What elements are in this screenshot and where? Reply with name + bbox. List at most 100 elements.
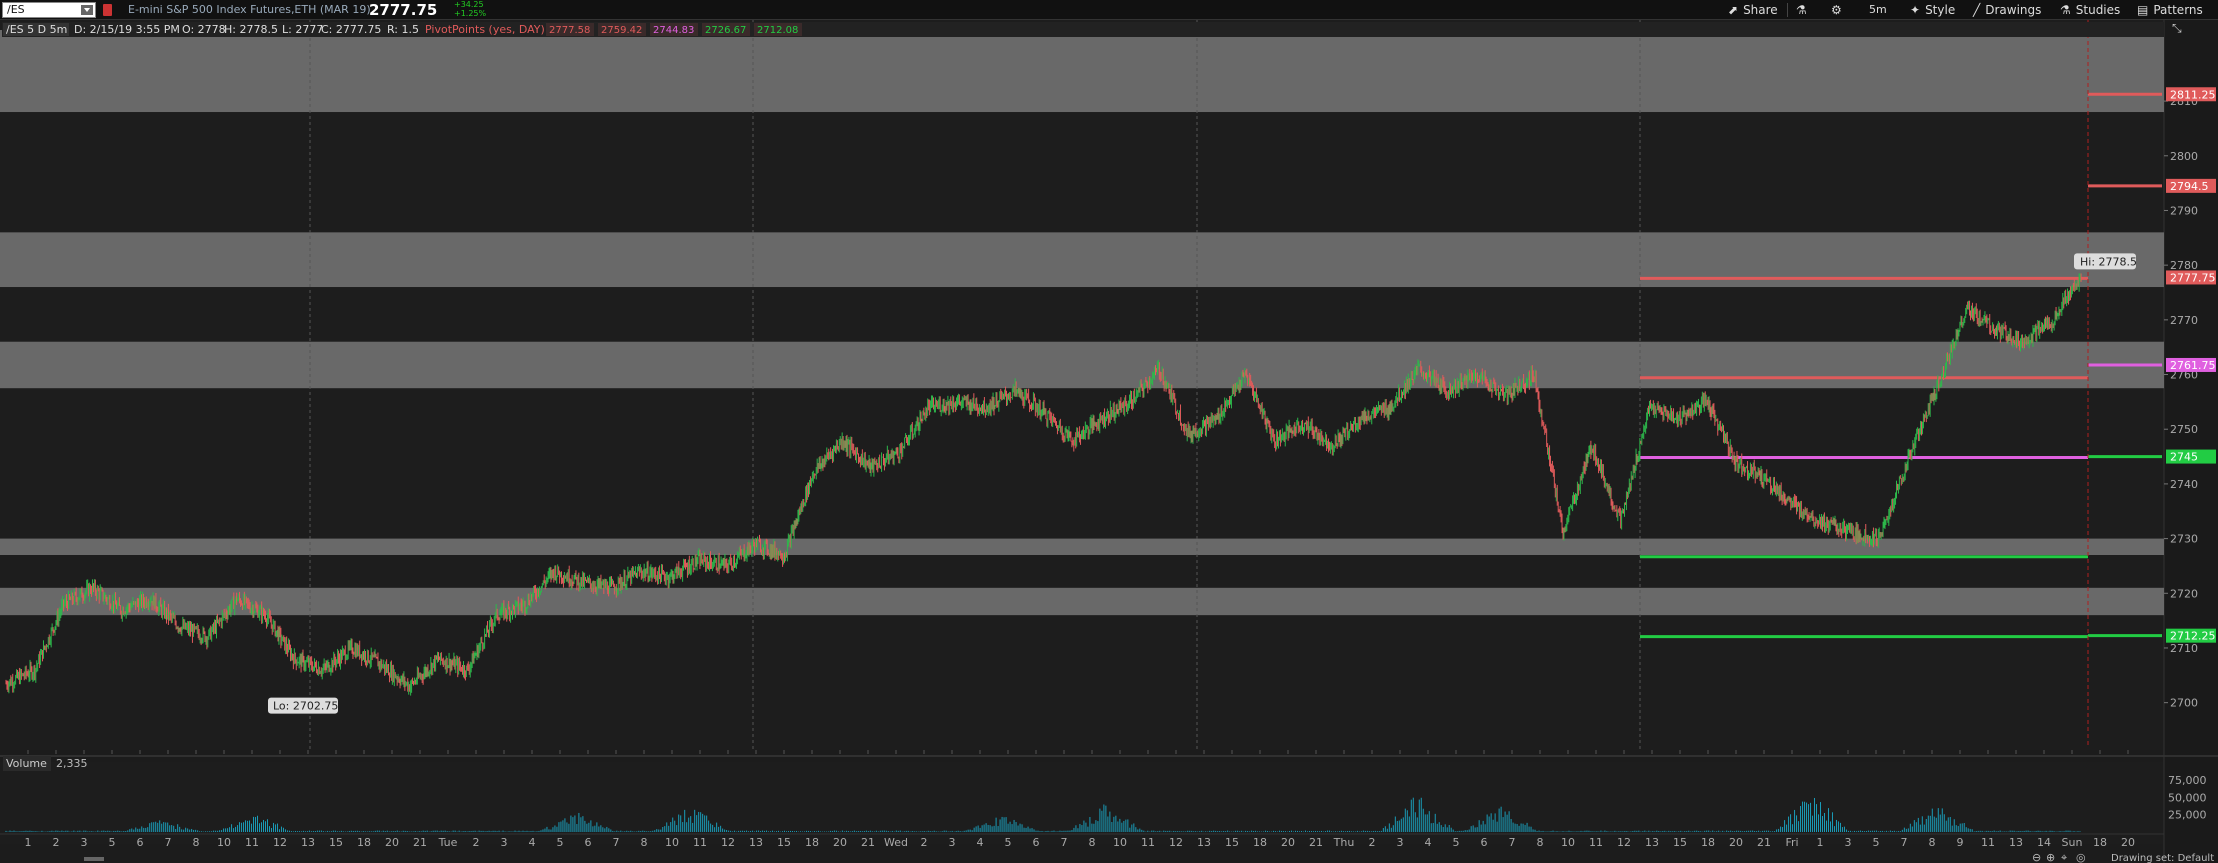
time-tick-label: 11 xyxy=(693,836,707,849)
time-tick-label: 12 xyxy=(1169,836,1183,849)
ohlc-open: O: 2778 xyxy=(182,23,226,36)
time-tick-label: 21 xyxy=(413,836,427,849)
time-tick-label: 7 xyxy=(165,836,172,849)
time-tick-label: 7 xyxy=(1509,836,1516,849)
instrument-title: E-mini S&P 500 Index Futures,ETH (MAR 19… xyxy=(128,3,371,16)
scroll-thumb[interactable] xyxy=(84,857,104,861)
share-button[interactable]: ⬈ Share xyxy=(1728,0,1778,20)
price-axis[interactable] xyxy=(2164,20,2218,863)
time-tick-label: 12 xyxy=(273,836,287,849)
time-tick-label: 2 xyxy=(1369,836,1376,849)
study-value: 2712.08 xyxy=(757,25,798,36)
volume-tick-label: 75,000 xyxy=(2168,774,2207,787)
style-icon: ✦ xyxy=(1910,3,1921,17)
drawings-label: Drawings xyxy=(1985,3,2042,17)
crosshair-icon[interactable]: ⌖ xyxy=(2061,851,2067,863)
studies-label: Studies xyxy=(2075,3,2121,17)
timeframe-button[interactable]: 5m xyxy=(1869,0,1887,20)
next-level-label: 2794.5 xyxy=(2170,180,2209,193)
time-tick-label: 20 xyxy=(2121,836,2135,849)
patterns-icon: ▤ xyxy=(2137,3,2149,17)
price-tick-label: 2710 xyxy=(2170,642,2198,655)
time-tick-label: 14 xyxy=(2037,836,2051,849)
time-tick-label: 7 xyxy=(1061,836,1068,849)
volume-value: 2,335 xyxy=(56,757,88,770)
symbol-selector[interactable]: /ES xyxy=(2,2,96,18)
timeframe-label: 5m xyxy=(1869,3,1887,16)
time-tick-label: 5 xyxy=(557,836,564,849)
time-tick-label: 1 xyxy=(25,836,32,849)
symbol-text: /ES xyxy=(7,3,25,16)
chevron-down-icon[interactable] xyxy=(81,5,93,15)
time-tick-label: 13 xyxy=(301,836,315,849)
time-tick-label: 2 xyxy=(53,836,60,849)
time-tick-label: 20 xyxy=(833,836,847,849)
time-tick-label: 8 xyxy=(1929,836,1936,849)
patterns-label: Patterns xyxy=(2153,3,2203,17)
time-tick-label: 10 xyxy=(1561,836,1575,849)
time-tick-label: 6 xyxy=(1481,836,1488,849)
time-tick-label: 13 xyxy=(1197,836,1211,849)
last-price-tag: 2777.75 xyxy=(2166,270,2216,285)
time-tick-label: 4 xyxy=(1425,836,1432,849)
time-tick-label: 1 xyxy=(1817,836,1824,849)
flask-icon: ⚗ xyxy=(2060,3,2071,17)
volume-tick-label: 25,000 xyxy=(2168,809,2207,822)
style-label: Style xyxy=(1925,3,1956,17)
time-tick-label: 5 xyxy=(1873,836,1880,849)
drawings-button[interactable]: ╱ Drawings xyxy=(1973,0,2041,20)
time-tick-label: 21 xyxy=(861,836,875,849)
pencil-icon: ╱ xyxy=(1973,3,1981,17)
flag-icon[interactable] xyxy=(103,4,112,16)
net-change-points: +34.25 xyxy=(454,0,484,9)
ohlc-close: C: 2777.75 xyxy=(321,23,381,36)
zoom-in-icon[interactable]: ⊕ xyxy=(2046,851,2055,863)
studies-button[interactable]: ⚗ Studies xyxy=(2060,0,2120,20)
flask-button[interactable]: ⚗ xyxy=(1796,0,1812,20)
time-tick-label: 8 xyxy=(641,836,648,849)
time-tick-label: 7 xyxy=(613,836,620,849)
study-name[interactable]: PivotPoints (yes, DAY) xyxy=(425,23,545,36)
support-resistance-zone xyxy=(0,538,2164,555)
patterns-button[interactable]: ▤ Patterns xyxy=(2137,0,2203,20)
price-tick-label: 2740 xyxy=(2170,478,2198,491)
chart-label: /ES 5 D 5m xyxy=(6,23,67,36)
support-resistance-zone xyxy=(0,587,2164,616)
volume-header: Volume 2,335 xyxy=(3,756,88,771)
time-tick-label: 13 xyxy=(2009,836,2023,849)
study-values: 2777.58 2759.42 2744.83 2726.67 2712.08 xyxy=(546,23,802,36)
time-tick-label: 5 xyxy=(109,836,116,849)
price-tick-label: 2800 xyxy=(2170,150,2198,163)
time-tick-label: 13 xyxy=(749,836,763,849)
time-tick-label: 6 xyxy=(585,836,592,849)
last-price: 2777.75 xyxy=(369,1,438,19)
time-tick-label: 18 xyxy=(357,836,371,849)
time-tick-label: Wed xyxy=(884,836,908,849)
time-tick-label: 5 xyxy=(1005,836,1012,849)
time-tick-label: 11 xyxy=(1141,836,1155,849)
expand-icon[interactable]: ⤡ xyxy=(2172,21,2182,35)
toolbar: /ES E-mini S&P 500 Index Futures,ETH (MA… xyxy=(0,0,2218,20)
chart-area[interactable]: 75,00050,00025,000 270027102720273027402… xyxy=(0,20,2218,863)
time-tick-label: 2 xyxy=(473,836,480,849)
time-tick-label: 4 xyxy=(977,836,984,849)
ohlc-low: L: 2777 xyxy=(282,23,323,36)
time-tick-label: 20 xyxy=(1281,836,1295,849)
last-price-axis-label: 2777.75 xyxy=(2170,271,2216,284)
time-tick-label: 13 xyxy=(1645,836,1659,849)
settings-button[interactable]: ⚙ xyxy=(1831,0,1847,20)
price-tick-label: 2700 xyxy=(2170,697,2198,710)
zoom-out-icon[interactable]: ⊖ xyxy=(2032,851,2041,863)
time-tick-label: 6 xyxy=(1033,836,1040,849)
drawing-set-label[interactable]: Drawing set: Default xyxy=(2111,853,2214,863)
time-tick-label: 12 xyxy=(721,836,735,849)
time-tick-label: 8 xyxy=(193,836,200,849)
magnet-icon[interactable]: ◎ xyxy=(2076,851,2086,863)
support-resistance-zone xyxy=(0,30,2164,113)
next-level-label: 2745 xyxy=(2170,451,2198,464)
style-button[interactable]: ✦ Style xyxy=(1910,0,1955,20)
time-tick-label: 9 xyxy=(1957,836,1964,849)
hi-label-badge: Hi: 2778.5 xyxy=(2074,253,2137,270)
ohlc-high: H: 2778.5 xyxy=(224,23,278,36)
flask-icon: ⚗ xyxy=(1796,3,1807,17)
